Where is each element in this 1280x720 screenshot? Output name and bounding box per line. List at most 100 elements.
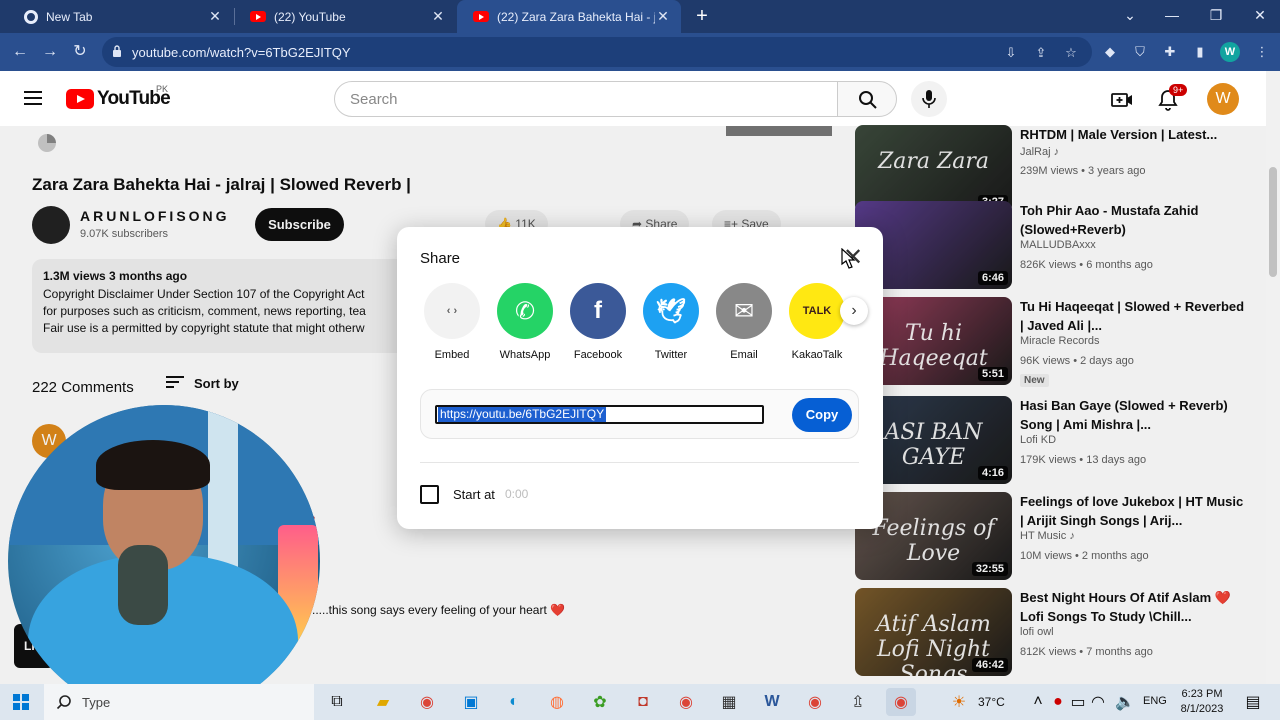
minimize-button[interactable]: — xyxy=(1150,0,1194,33)
taskbar-search-box[interactable]: Type xyxy=(44,684,314,720)
share-glyph: ✉ xyxy=(733,297,755,325)
tab-current-video[interactable]: (22) Zara Zara Bahekta Hai - jalraj ✕ xyxy=(457,0,681,33)
close-window-button[interactable]: ✕ xyxy=(1238,0,1280,33)
close-tab-icon[interactable]: ✕ xyxy=(207,8,223,25)
back-arrow-icon[interactable]: ← xyxy=(8,40,32,64)
wifi-icon[interactable]: ◠ xyxy=(1083,688,1113,716)
tab-youtube[interactable]: (22) YouTube ✕ xyxy=(234,0,456,33)
copy-button[interactable]: Copy xyxy=(792,398,852,432)
share-target-label: Email xyxy=(730,349,758,361)
calculator-icon[interactable]: ▦ xyxy=(714,688,744,716)
address-bar[interactable]: youtube.com/watch?v=6TbG2EJITQY ⇩ ⇪ ☆ xyxy=(102,37,1092,67)
chevron-right-icon[interactable]: › xyxy=(840,297,868,325)
lock-icon xyxy=(113,45,121,57)
youtube-play-icon xyxy=(66,89,94,109)
screen-recorder-icon[interactable]: ◘ xyxy=(628,688,658,716)
clock-time: 6:23 PM xyxy=(1181,688,1223,700)
share-glyph: TALK xyxy=(802,305,832,317)
windows-start-icon[interactable] xyxy=(6,688,36,716)
tab-search-icon[interactable]: ⌄ xyxy=(1108,0,1152,33)
app-icon[interactable]: ✿ xyxy=(585,688,615,716)
notification-center-icon[interactable]: ▤ xyxy=(1238,688,1268,716)
search-button[interactable] xyxy=(837,81,897,117)
hamburger-menu-icon[interactable] xyxy=(24,91,42,105)
share-dialog-title: Share xyxy=(420,250,461,267)
share-glyph: 🕊 xyxy=(655,297,687,325)
puzzle-extensions-icon[interactable]: ✚ xyxy=(1161,43,1179,61)
reload-icon[interactable]: ↻ xyxy=(68,40,92,64)
chrome-icon xyxy=(24,9,38,24)
clock-date: 8/1/2023 xyxy=(1180,703,1224,715)
forward-arrow-icon[interactable]: → xyxy=(38,40,62,64)
account-avatar[interactable]: W xyxy=(1207,83,1239,115)
browser-profile-avatar[interactable]: W xyxy=(1220,42,1240,62)
youtube-logo[interactable]: YouTube PK xyxy=(66,84,171,110)
maximize-button[interactable]: ❐ xyxy=(1194,0,1238,33)
search-placeholder: Search xyxy=(350,91,398,108)
webcam-microphone xyxy=(118,545,168,625)
taskbar-search-placeholder: Type xyxy=(82,695,111,710)
youtube-favicon xyxy=(250,11,266,22)
search-icon xyxy=(56,695,71,710)
mouse-cursor-icon xyxy=(841,248,856,269)
share-target-facebook[interactable]: f Facebook xyxy=(568,283,628,361)
scrollbar-thumb[interactable] xyxy=(1269,167,1277,277)
start-at-time[interactable]: 0:00 xyxy=(505,487,528,501)
edge-icon[interactable]: ◐ xyxy=(499,688,529,716)
youtube-favicon xyxy=(473,11,489,22)
close-tab-icon[interactable]: ✕ xyxy=(655,8,671,25)
share-target-whatsapp[interactable]: ✆ WhatsApp xyxy=(495,283,555,361)
voice-search-button[interactable] xyxy=(911,81,947,117)
weather-icon[interactable]: ☀ xyxy=(944,688,974,716)
email-icon: ✉ xyxy=(716,283,772,339)
firefox-icon[interactable]: ◍ xyxy=(542,688,572,716)
share-link-text: https://youtu.be/6TbG2EJITQY xyxy=(438,407,607,422)
install-icon[interactable]: ⇩ xyxy=(1002,44,1020,62)
tab-title: (22) YouTube xyxy=(274,9,346,24)
store-icon[interactable]: ▣ xyxy=(456,688,486,716)
share-target-email[interactable]: ✉ Email xyxy=(714,283,774,361)
language-indicator[interactable]: ENG xyxy=(1143,695,1167,707)
volume-icon[interactable]: 🔈 xyxy=(1110,688,1140,716)
word-icon[interactable]: W xyxy=(757,688,787,716)
chrome-taskbar-icon[interactable]: ◉ xyxy=(412,688,442,716)
webcam-person-hair xyxy=(96,440,210,490)
tab-new-tab[interactable]: New Tab ✕ xyxy=(8,0,233,33)
share-link-input[interactable]: https://youtu.be/6TbG2EJITQY xyxy=(435,405,764,424)
start-at-checkbox[interactable] xyxy=(420,485,439,504)
shield-icon[interactable]: ⛉ xyxy=(1131,43,1149,61)
share-target-twitter[interactable]: 🕊 Twitter xyxy=(641,283,701,361)
share-divider xyxy=(420,462,859,463)
start-at-label: Start at xyxy=(453,487,495,502)
youtube-header: YouTube PK Search 9+ W xyxy=(0,71,1266,126)
whatsapp-icon: ✆ xyxy=(497,283,553,339)
chrome-profile-icon[interactable]: ◉ xyxy=(671,688,701,716)
file-explorer-icon[interactable]: ▰ xyxy=(368,688,398,716)
facebook-icon: f xyxy=(570,283,626,339)
page-scrollbar[interactable] xyxy=(1266,71,1280,684)
share-link-box: https://youtu.be/6TbG2EJITQY Copy xyxy=(420,389,859,439)
extension-icon[interactable]: ◆ xyxy=(1101,43,1119,61)
share-target-kakaotalk[interactable]: TALK KakaoTalk xyxy=(787,283,847,361)
share-target-label: Facebook xyxy=(573,349,623,361)
temperature[interactable]: 37°C xyxy=(978,695,1005,709)
share-target-embed[interactable]: ‹ › Embed xyxy=(422,283,482,361)
chrome-active-icon[interactable]: ◉ xyxy=(886,688,916,716)
clock[interactable]: 6:23 PM 8/1/2023 xyxy=(1177,687,1227,717)
new-tab-button[interactable]: + xyxy=(690,4,714,28)
bookmark-star-icon[interactable]: ☆ xyxy=(1062,44,1080,62)
share-page-icon[interactable]: ⇪ xyxy=(1032,44,1050,62)
windows-taskbar: Type ⧉ ▰ ◉ ▣ ◐ ◍ ✿ ◘ ◉ ▦ W ◉ ⇫ ◉ ☀ 37°C … xyxy=(0,684,1280,720)
share-target-label: WhatsApp xyxy=(499,349,551,361)
country-code: PK xyxy=(156,84,169,94)
task-view-icon[interactable]: ⧉ xyxy=(322,688,352,716)
upload-icon[interactable]: ⇫ xyxy=(843,688,873,716)
chrome-alt-icon[interactable]: ◉ xyxy=(800,688,830,716)
search-icon xyxy=(859,91,877,109)
browser-menu-icon[interactable]: ⋮ xyxy=(1253,43,1271,61)
close-tab-icon[interactable]: ✕ xyxy=(430,8,446,25)
search-input[interactable]: Search xyxy=(334,81,838,117)
create-video-icon[interactable] xyxy=(1111,89,1133,111)
side-panel-icon[interactable]: ▮ xyxy=(1191,43,1209,61)
share-target-label: Embed xyxy=(434,349,470,361)
